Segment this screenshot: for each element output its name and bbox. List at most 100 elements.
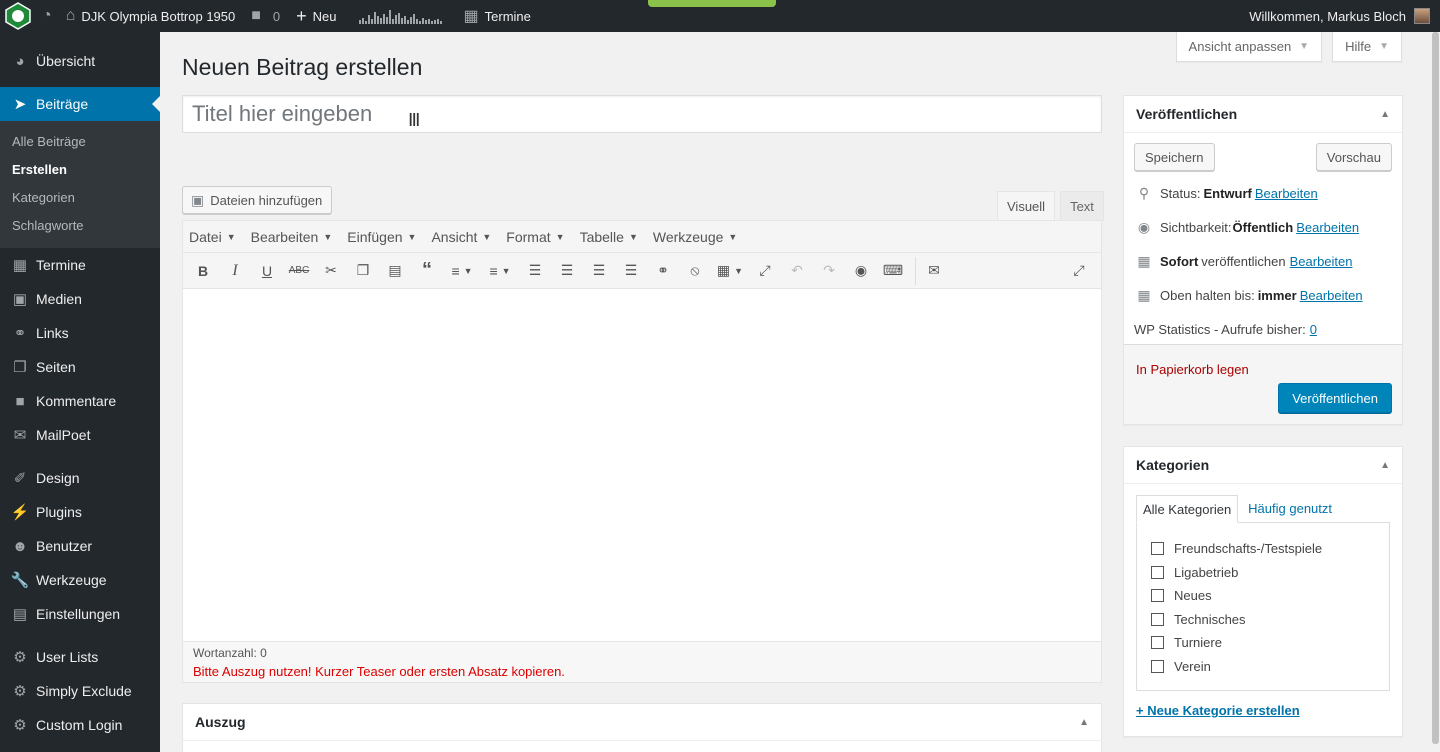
tab-all-categories[interactable]: Alle Kategorien (1136, 495, 1239, 523)
pages-icon: ❐ (13, 359, 27, 376)
underline-icon[interactable]: U (253, 257, 281, 285)
move-to-trash-link[interactable]: In Papierkorb legen (1136, 362, 1249, 377)
stats-value-link[interactable]: 0 (1310, 322, 1317, 337)
categories-header[interactable]: Kategorien ▲ (1124, 447, 1402, 484)
category-checkbox[interactable] (1151, 565, 1164, 579)
strikethrough-icon[interactable]: ABC (285, 257, 313, 285)
editor-menu-item[interactable]: Werkzeuge ▼ (653, 229, 737, 245)
sidebar-item-übersicht[interactable]: ◕ Übersicht (0, 44, 160, 78)
category-item[interactable]: Technisches (1151, 608, 1375, 632)
numbered-list-icon[interactable]: ≡ ▼ (483, 257, 517, 285)
tab-most-used[interactable]: Häufig genutzt (1242, 494, 1338, 522)
edit-status-link[interactable]: Bearbeiten (1255, 186, 1318, 201)
submenu-item[interactable]: Schlagworte (0, 212, 160, 240)
sidebar-item-termine[interactable]: ▦ Termine (0, 248, 160, 282)
sidebar-item-medien[interactable]: ▣ Medien (0, 282, 160, 316)
stats-sparkline[interactable] (345, 0, 456, 32)
keyboard-toggle-icon[interactable]: ⌨ (879, 257, 907, 285)
table-icon[interactable]: ▦ ▼ (713, 257, 747, 285)
align-right-icon[interactable]: ☰ (585, 257, 613, 285)
expand-icon[interactable]: ⤢ (751, 257, 779, 285)
publish-button[interactable]: Veröffentlichen (1278, 383, 1392, 413)
site-logo[interactable] (0, 0, 36, 32)
collapse-arrow-icon[interactable]: ▲ (1380, 460, 1390, 471)
category-item[interactable]: Turniere (1151, 631, 1375, 655)
bullet-list-icon[interactable]: ≡ ▼ (445, 257, 479, 285)
editor-menu-item[interactable]: Ansicht ▼ (431, 229, 491, 245)
add-new-category-link[interactable]: + Neue Kategorie erstellen (1136, 703, 1300, 718)
fullscreen-icon[interactable]: ⤢ (1065, 257, 1093, 285)
find-replace-icon[interactable]: ◉ (847, 257, 875, 285)
category-item[interactable]: Ligabetrieb (1151, 561, 1375, 585)
page-scrollbar[interactable] (1431, 32, 1440, 752)
screen-options-button[interactable]: Ansicht anpassen ▼ (1175, 32, 1323, 62)
category-checkbox[interactable] (1151, 636, 1164, 650)
insert-link-icon[interactable]: ⚭ (649, 257, 677, 285)
new-content-link[interactable]: + Neu (288, 0, 344, 32)
editor-menu-item[interactable]: Tabelle ▼ (580, 229, 638, 245)
email-icon[interactable]: ✉ (920, 257, 948, 285)
dashboard-quick-link[interactable]: ◔ (36, 0, 58, 32)
category-item[interactable]: Verein (1151, 655, 1375, 679)
edit-schedule-link[interactable]: Bearbeiten (1290, 254, 1353, 269)
admin-sidebar: ◕ Übersicht ➤ Beiträge Alle Beiträge Erstelle… (0, 32, 160, 752)
sidebar-item-werkzeuge[interactable]: 🔧 Werkzeuge (0, 563, 160, 597)
redo-icon[interactable]: ↷ (815, 257, 843, 285)
comments-link[interactable]: ■ 0 (243, 0, 288, 32)
sidebar-item-design[interactable]: ✐ Design (0, 461, 160, 495)
post-title-input[interactable] (182, 95, 1102, 133)
italic-icon[interactable]: I (221, 257, 249, 285)
scrollbar-thumb[interactable] (1432, 32, 1439, 744)
category-checkbox[interactable] (1151, 612, 1164, 626)
tab-visual[interactable]: Visuell (997, 191, 1056, 221)
editor-menu-item[interactable]: Format ▼ (506, 229, 564, 245)
sidebar-item-simply-exclude[interactable]: ⚙ Simply Exclude (0, 674, 160, 708)
save-draft-button[interactable]: Speichern (1134, 143, 1215, 171)
submenu-item[interactable]: Erstellen (0, 156, 160, 184)
sidebar-item-plugins[interactable]: ⚡ Plugins (0, 495, 160, 529)
sidebar-item-custom-login[interactable]: ⚙ Custom Login (0, 708, 160, 742)
sidebar-item-benutzer[interactable]: ☻ Benutzer (0, 529, 160, 563)
bold-icon[interactable]: B (189, 257, 217, 285)
category-checkbox[interactable] (1151, 659, 1164, 673)
preview-button[interactable]: Vorschau (1315, 143, 1392, 171)
help-button[interactable]: Hilfe ▼ (1332, 32, 1402, 62)
paste-icon[interactable]: ▤ (381, 257, 409, 285)
sidebar-item-user-lists[interactable]: ⚙ User Lists (0, 640, 160, 674)
align-justify-icon[interactable]: ☰ (617, 257, 645, 285)
sidebar-item-mailpoet[interactable]: ✉ MailPoet (0, 418, 160, 452)
undo-icon[interactable]: ↶ (783, 257, 811, 285)
editor-content-area[interactable] (183, 289, 1101, 642)
excerpt-header[interactable]: Auszug ▲ (183, 704, 1101, 741)
user-account-menu[interactable]: Willkommen, Markus Bloch (1249, 8, 1440, 24)
blockquote-icon[interactable]: “ (413, 257, 441, 285)
category-item[interactable]: Freundschafts-/Testspiele (1151, 537, 1375, 561)
sidebar-item-einstellungen[interactable]: ▤ Einstellungen (0, 597, 160, 631)
sidebar-item-links[interactable]: ⚭ Links (0, 316, 160, 350)
copy-icon[interactable]: ❐ (349, 257, 377, 285)
tab-text[interactable]: Text (1060, 191, 1104, 221)
sidebar-item-beiträge[interactable]: ➤ Beiträge (0, 87, 160, 121)
add-media-button[interactable]: ▣ Dateien hinzufügen (182, 186, 333, 214)
remove-link-icon[interactable]: ⦸ (681, 257, 709, 285)
category-checkbox[interactable] (1151, 542, 1164, 556)
termine-link[interactable]: ▦ Termine (456, 0, 539, 32)
cut-icon[interactable]: ✂ (317, 257, 345, 285)
align-left-icon[interactable]: ☰ (521, 257, 549, 285)
edit-visibility-link[interactable]: Bearbeiten (1296, 220, 1359, 235)
editor-menu-item[interactable]: Bearbeiten ▼ (251, 229, 333, 245)
edit-sticky-link[interactable]: Bearbeiten (1300, 288, 1363, 303)
align-center-icon[interactable]: ☰ (553, 257, 581, 285)
submenu-item[interactable]: Alle Beiträge (0, 128, 160, 156)
sidebar-item-seiten[interactable]: ❐ Seiten (0, 350, 160, 384)
editor-menu-item[interactable]: Einfügen ▼ (347, 229, 416, 245)
collapse-arrow-icon[interactable]: ▲ (1079, 717, 1089, 728)
editor-menu-item[interactable]: Datei ▼ (189, 229, 236, 245)
collapse-arrow-icon[interactable]: ▲ (1380, 109, 1390, 120)
site-name-link[interactable]: ⌂ DJK Olympia Bottrop 1950 (58, 0, 244, 32)
category-item[interactable]: Neues (1151, 584, 1375, 608)
submenu-item[interactable]: Kategorien (0, 184, 160, 212)
sidebar-item-kommentare[interactable]: ■ Kommentare (0, 384, 160, 418)
publish-header[interactable]: Veröffentlichen ▲ (1124, 96, 1402, 133)
category-checkbox[interactable] (1151, 589, 1164, 603)
